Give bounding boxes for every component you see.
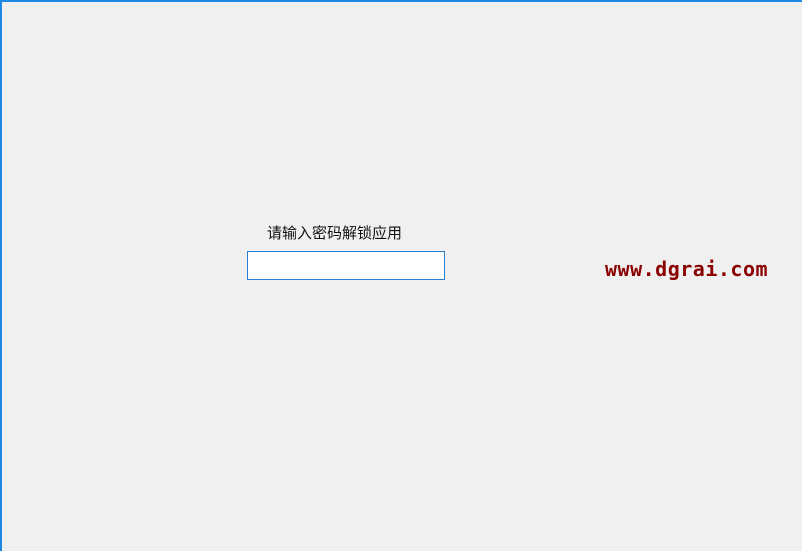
password-input[interactable] [247,251,445,280]
watermark-text: www.dgrai.com [605,257,769,281]
app-window: 请输入密码解锁应用 www.dgrai.com [0,0,802,551]
unlock-prompt-label: 请输入密码解锁应用 [267,224,403,242]
